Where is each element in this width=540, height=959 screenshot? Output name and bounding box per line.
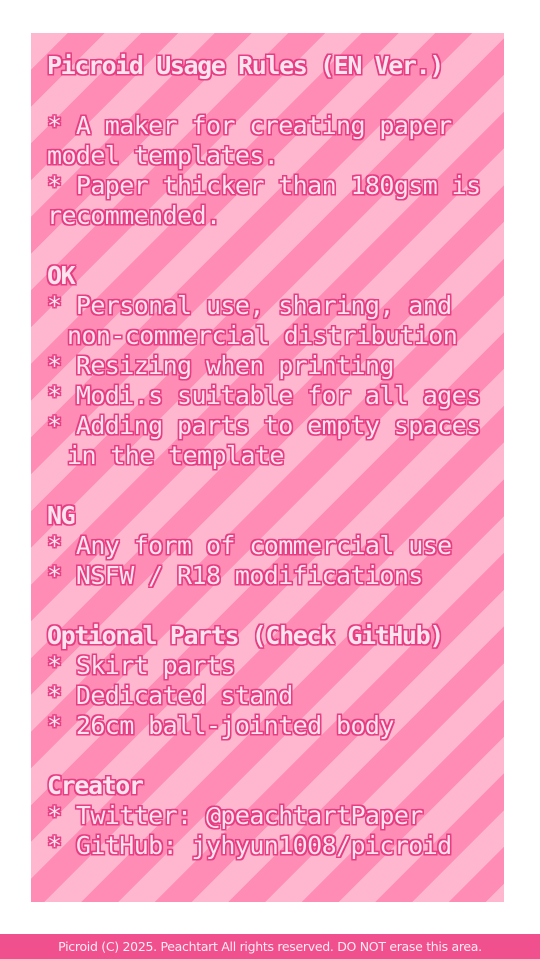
rules-text: Picroid Usage Rules (EN Ver.) * A maker … xyxy=(47,51,504,861)
ng-item: * Any form of commercial use xyxy=(47,531,452,560)
ok-item: * Resizing when printing xyxy=(47,351,394,380)
rules-panel: Picroid Usage Rules (EN Ver.) * A maker … xyxy=(31,33,504,902)
optional-item: * Skirt parts xyxy=(47,651,235,680)
ok-heading: OK xyxy=(47,261,76,290)
intro-line: recommended. xyxy=(47,201,221,230)
intro-line: model templates. xyxy=(47,141,279,170)
creator-twitter: * Twitter: @peachtartPaper xyxy=(47,801,423,830)
copyright-footer: Picroid (C) 2025. Peachtart All rights r… xyxy=(0,934,540,959)
ng-heading: NG xyxy=(47,501,76,530)
rules-title: Picroid Usage Rules (EN Ver.) xyxy=(47,51,444,80)
ok-item: non-commercial distribution xyxy=(67,321,458,350)
ng-item: * NSFW / R18 modifications xyxy=(47,561,423,590)
ok-item: * Modi.s suitable for all ages xyxy=(47,381,481,410)
intro-line: * A maker for creating paper xyxy=(47,111,452,140)
ok-item: * Adding parts to empty spaces xyxy=(47,411,481,440)
creator-github: * GitHub: jyhyun1008/picroid xyxy=(47,831,452,860)
ok-item: * Personal use, sharing, and xyxy=(47,291,452,320)
ok-item: in the template xyxy=(67,441,284,470)
optional-item: * Dedicated stand xyxy=(47,681,293,710)
optional-item: * 26cm ball-jointed body xyxy=(47,711,394,740)
creator-heading: Creator xyxy=(47,771,144,800)
optional-heading: Optional Parts (Check GitHub) xyxy=(47,621,444,650)
intro-line: * Paper thicker than 180gsm is xyxy=(47,171,481,200)
